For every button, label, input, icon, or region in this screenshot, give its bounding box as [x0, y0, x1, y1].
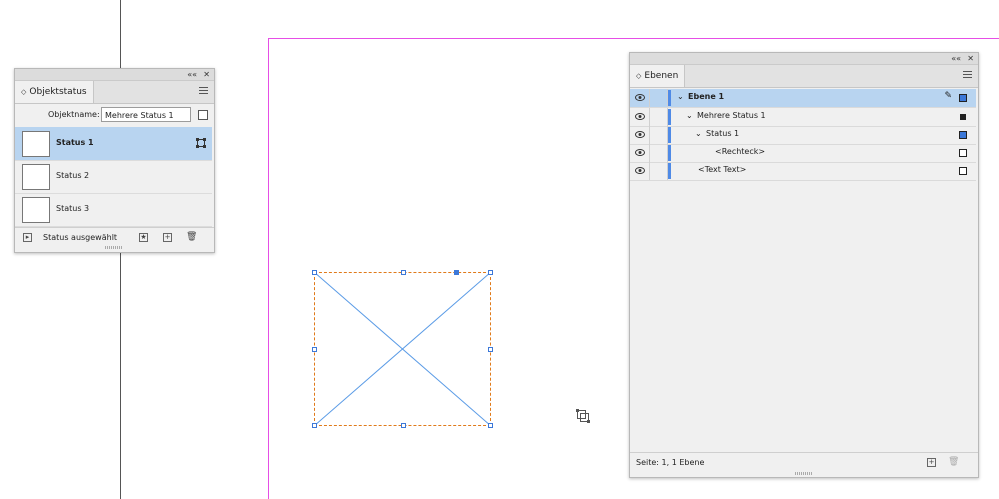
new-state-icon[interactable]: + — [163, 233, 172, 242]
expand-chevron-icon[interactable]: ⌄ — [677, 92, 684, 101]
frame-handle-top-center[interactable] — [401, 270, 406, 275]
selection-target-square[interactable] — [959, 167, 967, 175]
frame-handle-bottom-left[interactable] — [312, 423, 317, 428]
visibility-eye-icon[interactable] — [635, 94, 645, 101]
star-icon[interactable]: ★ — [139, 233, 148, 242]
selection-target-square[interactable] — [959, 149, 967, 157]
layer-name: <Rechteck> — [715, 147, 766, 156]
frame-handle-bottom-right[interactable] — [488, 423, 493, 428]
collapse-panel-button[interactable]: «« — [951, 53, 961, 64]
tab-object-states[interactable]: ◇ Objektstatus — [15, 81, 94, 103]
frame-handle-middle-right[interactable] — [488, 347, 493, 352]
panel-menu-icon[interactable] — [199, 87, 208, 96]
object-name-input[interactable]: Mehrere Status 1 — [101, 107, 191, 122]
layer-row-mehrere-status-1[interactable]: ⌄ Mehrere Status 1 — [630, 108, 976, 127]
delete-trash-icon[interactable]: 🗑 — [186, 232, 197, 242]
column-separator — [649, 108, 650, 126]
column-separator — [649, 126, 650, 144]
tab-expand-icon: ◇ — [21, 88, 27, 96]
visibility-eye-icon[interactable] — [635, 131, 645, 138]
visibility-eye-icon[interactable] — [635, 167, 645, 174]
state-label: Status 2 — [56, 171, 90, 180]
layer-row-ebene-1[interactable]: ⌄ Ebene 1 ✎ — [630, 89, 976, 108]
state-thumbnail — [22, 197, 50, 223]
object-states-footer: ▸ Status ausgewählt ★ + 🗑 — [15, 227, 214, 246]
panel-topbar: «« ✕ — [15, 69, 214, 81]
page-edge-left — [268, 38, 269, 499]
column-separator — [649, 144, 650, 162]
state-thumbnail — [22, 164, 50, 190]
layer-row-rechteck[interactable]: <Rechteck> — [630, 144, 976, 163]
object-name-label: Objektname: — [48, 110, 100, 119]
column-separator — [649, 162, 650, 180]
tab-layers[interactable]: ◇ Ebenen — [630, 65, 686, 87]
object-states-panel: «« ✕ ◇ Objektstatus Objektname: Mehrere S… — [14, 68, 215, 253]
selection-target-square[interactable] — [959, 94, 967, 102]
layer-name: <Text Text> — [698, 165, 747, 174]
frame-handle-top-left[interactable] — [312, 270, 317, 275]
layer-color-bar — [668, 109, 671, 125]
layer-name: Mehrere Status 1 — [697, 111, 766, 120]
preview-play-icon[interactable]: ▸ — [23, 233, 32, 242]
visibility-eye-icon[interactable] — [635, 149, 645, 156]
panel-menu-icon[interactable] — [963, 71, 972, 80]
frame-handle-middle-left[interactable] — [312, 347, 317, 352]
layer-name: Ebene 1 — [688, 92, 725, 101]
selection-target-square[interactable] — [959, 131, 967, 139]
layer-color-bar — [668, 145, 671, 161]
multi-state-cursor-icon — [576, 409, 590, 423]
footer-status-text: Seite: 1, 1 Ebene — [636, 458, 705, 467]
frame-cross-lines — [314, 272, 491, 426]
delete-trash-icon[interactable]: 🗑 — [948, 457, 959, 467]
object-name-checkbox[interactable] — [198, 110, 208, 120]
page-edge-top — [268, 38, 999, 39]
layer-name: Status 1 — [706, 129, 740, 138]
layer-color-bar — [668, 163, 671, 179]
layer-row-text-text[interactable]: <Text Text> — [630, 162, 976, 181]
expand-chevron-icon[interactable]: ⌄ — [695, 129, 702, 138]
graphic-frame-placeholder[interactable] — [312, 270, 493, 428]
tab-label: Objektstatus — [29, 87, 87, 97]
panel-topbar: «« ✕ — [630, 53, 978, 65]
state-row-1[interactable]: Status 1 — [15, 127, 212, 161]
expand-chevron-icon[interactable]: ⌄ — [686, 111, 693, 120]
collapse-panel-button[interactable]: «« — [187, 69, 197, 80]
column-separator — [649, 89, 650, 107]
frame-handle-top-right[interactable] — [488, 270, 493, 275]
tab-label: Ebenen — [644, 71, 679, 81]
state-row-2[interactable]: Status 2 — [15, 160, 212, 194]
object-name-row: Objektname: Mehrere Status 1 — [15, 104, 214, 126]
layer-color-bar — [668, 127, 671, 143]
new-layer-icon[interactable]: + — [927, 458, 936, 467]
layer-color-bar — [668, 90, 671, 106]
state-label: Status 1 — [56, 138, 94, 147]
close-panel-button[interactable]: ✕ — [967, 53, 974, 64]
frame-handle-content-grabber[interactable] — [454, 270, 459, 275]
pencil-icon: ✎ — [944, 91, 952, 101]
layer-row-status-1[interactable]: ⌄ Status 1 — [630, 126, 976, 145]
panel-resize-grip[interactable] — [105, 246, 123, 249]
panel-resize-grip[interactable] — [795, 472, 813, 475]
footer-status-text: Status ausgewählt — [43, 233, 118, 242]
layers-footer: Seite: 1, 1 Ebene + 🗑 — [630, 452, 978, 471]
panel-tab-row: ◇ Objektstatus — [15, 81, 214, 104]
frame-handle-bottom-center[interactable] — [401, 423, 406, 428]
selected-state-frame-icon — [196, 138, 206, 148]
visibility-eye-icon[interactable] — [635, 113, 645, 120]
selection-target-square[interactable] — [960, 114, 966, 120]
state-row-3[interactable]: Status 3 — [15, 193, 212, 227]
state-thumbnail — [22, 131, 50, 157]
close-panel-button[interactable]: ✕ — [203, 69, 210, 80]
state-label: Status 3 — [56, 204, 90, 213]
layers-panel: «« ✕ ◇ Ebenen ⌄ Ebene 1 ✎ ⌄ Mehrere Statu… — [629, 52, 979, 478]
panel-tab-row: ◇ Ebenen — [630, 65, 978, 88]
tab-expand-icon: ◇ — [636, 72, 642, 80]
